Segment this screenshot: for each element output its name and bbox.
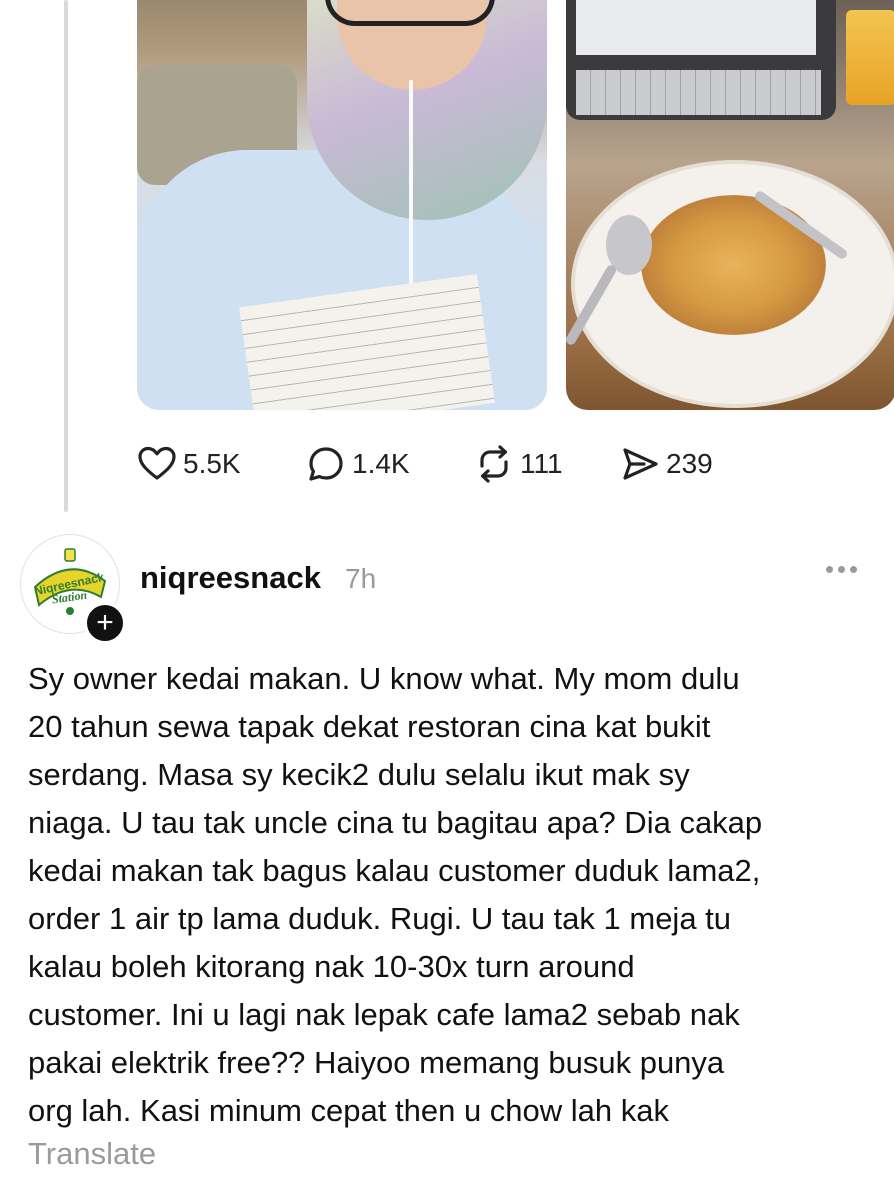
- plus-icon: +: [96, 606, 114, 639]
- post-text-line: Sy owner kedai makan. U know what. My mo…: [28, 661, 740, 696]
- juice-glass: [846, 10, 894, 105]
- repost-button[interactable]: 111: [474, 442, 563, 486]
- laptop: [566, 0, 836, 120]
- share-button[interactable]: 239: [620, 442, 713, 486]
- post-text-line: kedai makan tak bagus kalau customer dud…: [28, 853, 761, 888]
- comment-icon: [309, 447, 343, 481]
- post-text-line: pakai elektrik free?? Haiyoo memang busu…: [28, 1045, 725, 1080]
- heart-icon: [138, 446, 176, 480]
- post-text-line: customer. Ini u lagi nak lepak cafe lama…: [28, 997, 740, 1032]
- laptop-screen: [576, 0, 816, 55]
- reply-button[interactable]: 1.4K: [306, 442, 410, 486]
- more-horizontal-icon: [838, 566, 845, 573]
- post-text-line: org lah. Kasi minum cepat then u chow la…: [28, 1093, 670, 1128]
- repost-icon: [480, 445, 508, 483]
- post-text-line: niaga. U tau tak uncle cina tu bagitau a…: [28, 805, 763, 840]
- post-text-line: kalau boleh kitorang nak 10-30x turn aro…: [28, 949, 635, 984]
- share-count: 239: [666, 448, 713, 479]
- selfie-photo[interactable]: [137, 0, 547, 410]
- more-options-button[interactable]: [826, 566, 857, 573]
- post-text-line: order 1 air tp lama duduk. Rugi. U tau t…: [28, 901, 732, 936]
- like-count: 5.5K: [183, 448, 241, 479]
- thread-line: [64, 0, 68, 512]
- laptop-keyboard: [576, 70, 821, 115]
- translate-link[interactable]: Translate: [28, 1136, 156, 1172]
- username[interactable]: niqreesnack: [140, 560, 321, 596]
- post-text-line: 20 tahun sewa tapak dekat restoran cina …: [28, 709, 711, 744]
- post-body: Sy owner kedai makan. U know what. My mo…: [28, 655, 878, 1135]
- reply-count: 1.4K: [352, 448, 410, 479]
- follow-badge[interactable]: +: [83, 601, 127, 645]
- post-text-line: serdang. Masa sy kecik2 dulu selalu ikut…: [28, 757, 690, 792]
- repost-count: 111: [520, 448, 563, 479]
- food-photo[interactable]: [566, 0, 894, 410]
- like-button[interactable]: 5.5K: [137, 442, 241, 486]
- send-icon: [623, 448, 658, 480]
- post-time: 7h: [345, 563, 377, 594]
- more-horizontal-icon: [826, 566, 833, 573]
- more-horizontal-icon: [850, 566, 857, 573]
- glasses: [325, 0, 495, 26]
